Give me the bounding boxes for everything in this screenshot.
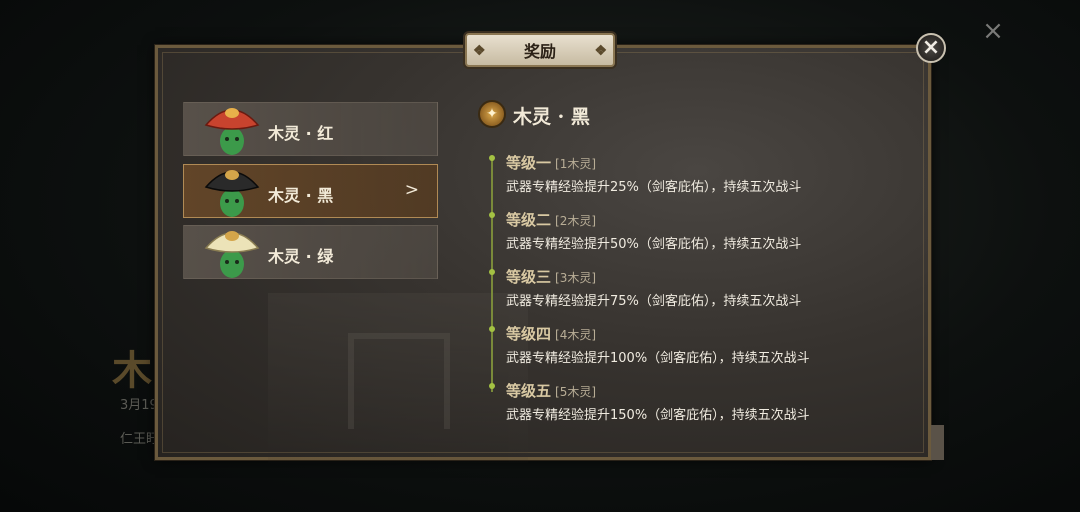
dialog-title-plaque: ❖ 奖励 ❖ — [465, 33, 615, 67]
shrine-decoration — [268, 293, 528, 463]
background-side-strip — [931, 425, 944, 460]
level-entry: 等级三 [3木灵] 武器专精经验提升75%（剑客庇佑），持续五次战斗 — [489, 266, 876, 309]
ornament-left-icon: ❖ — [473, 43, 486, 59]
list-item-label: 木灵 · 绿 — [268, 247, 334, 266]
list-item-red[interactable]: 木灵 · 红 — [183, 102, 438, 156]
timeline-dot — [489, 212, 495, 218]
level-name: 等级二 — [506, 211, 552, 229]
timeline-dot — [489, 326, 495, 332]
level-description: 武器专精经验提升50%（剑客庇佑），持续五次战斗 — [506, 237, 802, 252]
wood-spirit-red-icon — [204, 108, 260, 155]
level-requirement: [4木灵] — [555, 328, 597, 342]
level-requirement: [1木灵] — [555, 157, 597, 171]
timeline-dot — [489, 155, 495, 161]
list-item-label: 木灵 · 黑 — [268, 186, 334, 205]
ornament-right-icon: ❖ — [594, 43, 607, 59]
close-button[interactable]: × — [916, 33, 946, 63]
level-entry: 等级一 [1木灵] 武器专精经验提升25%（剑客庇佑），持续五次战斗 — [489, 152, 876, 195]
level-requirement: [5木灵] — [555, 385, 597, 399]
level-requirement: [2木灵] — [555, 214, 597, 228]
level-name: 等级三 — [506, 268, 552, 286]
wood-spirit-green-icon — [204, 231, 260, 278]
level-description: 武器专精经验提升100%（剑客庇佑），持续五次战斗 — [506, 351, 810, 366]
level-description: 武器专精经验提升150%（剑客庇佑），持续五次战斗 — [506, 408, 810, 423]
level-entry: 等级二 [2木灵] 武器专精经验提升50%（剑客庇佑），持续五次战斗 — [489, 209, 876, 252]
chevron-right-icon: > — [404, 180, 419, 200]
level-entry: 等级五 [5木灵] 武器专精经验提升150%（剑客庇佑），持续五次战斗 — [489, 380, 876, 423]
outer-close-icon[interactable]: × — [980, 18, 1006, 44]
detail-title: 木灵 · 黑 — [513, 106, 590, 128]
level-requirement: [3木灵] — [555, 271, 597, 285]
list-item-label: 木灵 · 红 — [268, 124, 334, 143]
level-entry: 等级四 [4木灵] 武器专精经验提升100%（剑客庇佑），持续五次战斗 — [489, 323, 876, 366]
background-title: 木 — [112, 347, 152, 394]
timeline-dot — [489, 269, 495, 275]
dialog-title: 奖励 — [523, 42, 556, 61]
timeline-dot — [489, 383, 495, 389]
level-name: 等级五 — [506, 382, 552, 400]
background-date: 3月19 — [120, 398, 158, 413]
list-item-green[interactable]: 木灵 · 绿 — [183, 225, 438, 279]
level-description: 武器专精经验提升25%（剑客庇佑），持续五次战斗 — [506, 180, 802, 195]
background-text: 仁王盱 — [120, 432, 160, 447]
level-name: 等级一 — [506, 154, 552, 172]
list-item-black[interactable]: 木灵 · 黑 > — [183, 164, 438, 218]
wood-spirit-black-icon — [204, 170, 260, 217]
level-description: 武器专精经验提升75%（剑客庇佑），持续五次战斗 — [506, 294, 802, 309]
wood-spirit-emblem-icon: ✦ — [478, 100, 506, 128]
level-name: 等级四 — [506, 325, 552, 343]
